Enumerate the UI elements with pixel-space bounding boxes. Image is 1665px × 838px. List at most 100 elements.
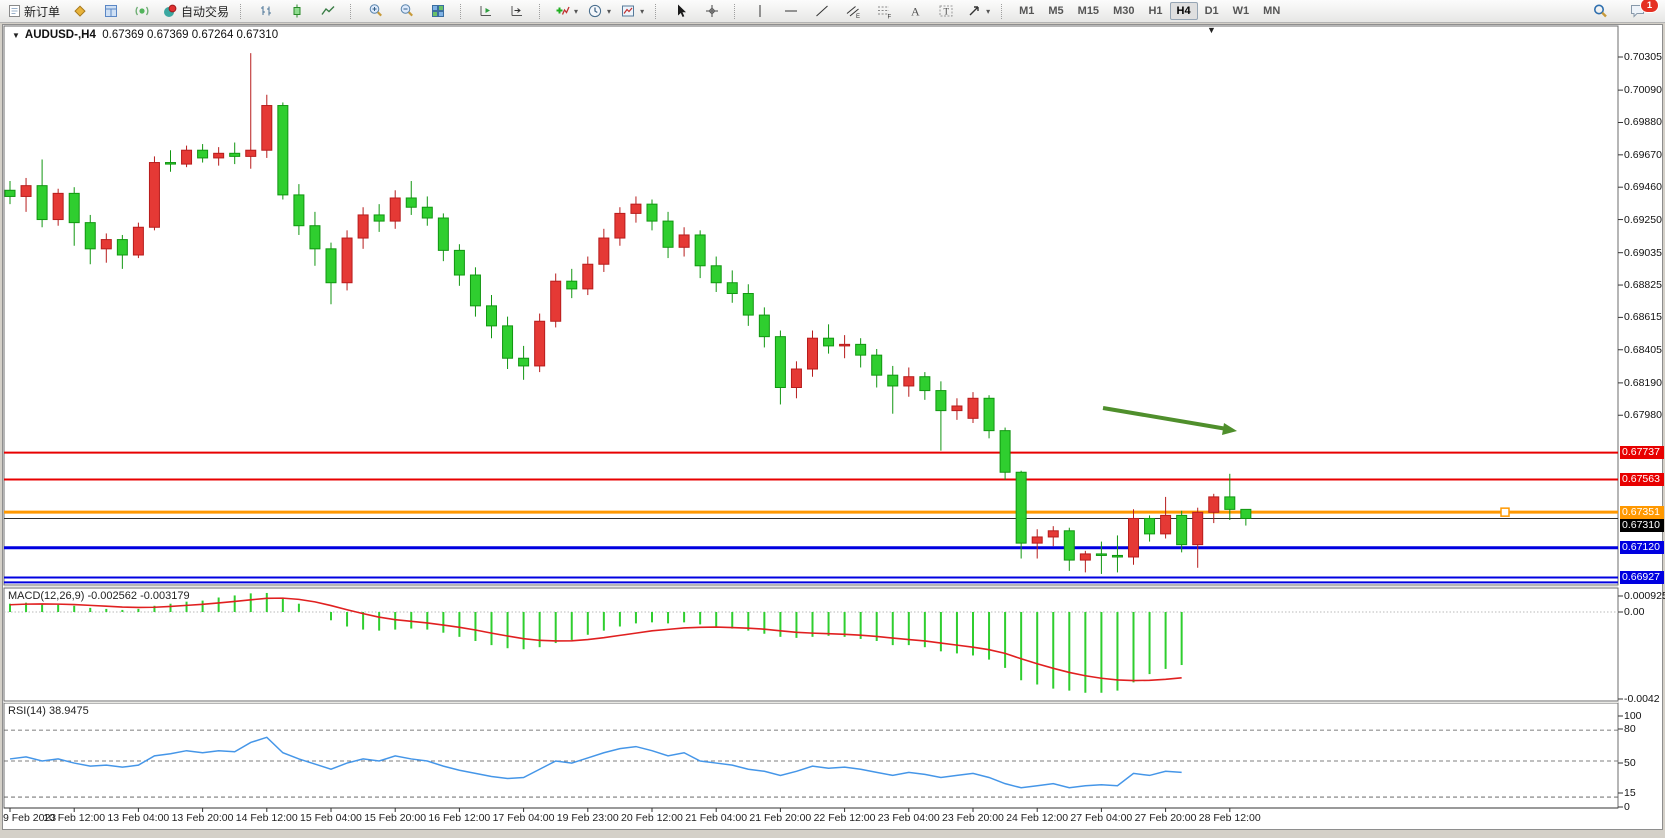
candle-body <box>37 186 47 220</box>
price-axis-tick-label: 0.67980 <box>1624 409 1662 421</box>
chart-shift-icon <box>478 3 494 19</box>
text-icon: A <box>907 3 923 19</box>
timeframe-button-h4[interactable]: H4 <box>1170 2 1198 20</box>
candle-body <box>358 215 368 238</box>
notification-badge: 1 <box>1640 0 1659 13</box>
auto-trading-icon <box>162 3 178 19</box>
candle-body <box>968 398 978 418</box>
candle-body <box>920 377 930 391</box>
horizontal-line-button[interactable] <box>776 1 806 22</box>
indicators-button[interactable]: ▾ <box>550 1 582 22</box>
templates-button[interactable]: ▾ <box>616 1 648 22</box>
timeframe-button-h1[interactable]: H1 <box>1141 2 1169 20</box>
candle-body <box>1209 497 1219 512</box>
cursor-button[interactable] <box>666 1 696 22</box>
candle-body <box>711 266 721 283</box>
crosshair-icon <box>704 3 720 19</box>
auto-trading-label: 自动交易 <box>181 3 229 20</box>
macd-axis-tick-label: -0.0042 <box>1624 693 1660 705</box>
price-line-label: 0.67563 <box>1620 473 1664 486</box>
tile-windows-button[interactable] <box>423 1 453 22</box>
candle-body <box>1193 512 1203 544</box>
candle-body <box>1096 554 1106 556</box>
zoom-out-button[interactable] <box>392 1 422 22</box>
toolbar-grip <box>655 4 661 19</box>
timeframe-button-m15[interactable]: M15 <box>1071 2 1106 20</box>
candle-body <box>856 344 866 355</box>
symbol-dropdown-icon[interactable]: ▼ <box>12 31 20 40</box>
chart-autoscroll-icon <box>509 3 525 19</box>
timeframe-button-m1[interactable]: M1 <box>1012 2 1041 20</box>
line-selection-handle[interactable] <box>1501 508 1509 516</box>
zoom-in-icon <box>368 3 384 19</box>
line-chart-button[interactable] <box>313 1 343 22</box>
candlestick-chart-button[interactable] <box>282 1 312 22</box>
chart-shift-button[interactable] <box>471 1 501 22</box>
time-axis-label: 23 Feb 04:00 <box>878 812 940 824</box>
chart-plot-area[interactable] <box>4 26 1618 808</box>
data-window-button[interactable] <box>96 1 126 22</box>
tile-windows-icon <box>430 3 446 19</box>
candle-body <box>984 398 994 430</box>
crosshair-button[interactable] <box>697 1 727 22</box>
time-axis-label: 17 Feb 04:00 <box>493 812 555 824</box>
auto-trading-button[interactable]: 自动交易 <box>158 1 233 22</box>
chart-autoscroll-button[interactable] <box>502 1 532 22</box>
timeframe-button-m5[interactable]: M5 <box>1041 2 1070 20</box>
chevron-down-icon: ▾ <box>607 7 611 16</box>
candle-body <box>69 193 79 222</box>
time-axis-label: 28 Feb 12:00 <box>1199 812 1261 824</box>
toolbar-grip <box>460 4 466 19</box>
trendline-button[interactable] <box>807 1 837 22</box>
chart-canvas <box>0 0 1665 838</box>
timeframe-button-mn[interactable]: MN <box>1256 2 1287 20</box>
market-watch-button[interactable] <box>65 1 95 22</box>
fibonacci-button[interactable]: F <box>869 1 899 22</box>
candle-body <box>1241 509 1251 518</box>
bar-chart-button[interactable] <box>251 1 281 22</box>
candle-body <box>117 240 127 255</box>
text-button[interactable]: A <box>900 1 930 22</box>
candle-body <box>695 235 705 266</box>
candle-body <box>791 369 801 387</box>
time-axis-label: 16 Feb 12:00 <box>428 812 490 824</box>
toolbar-grip <box>1001 4 1007 19</box>
price-line-label: 0.67120 <box>1620 541 1664 554</box>
text-label-button[interactable]: T <box>931 1 961 22</box>
svg-text:E: E <box>856 14 860 19</box>
candle-body <box>567 281 577 289</box>
candle-body <box>1016 472 1026 543</box>
candle-body <box>503 326 513 358</box>
new-order-button[interactable]: 新订单 <box>4 1 64 22</box>
navigator-button[interactable] <box>127 1 157 22</box>
rsi-axis-tick-label: 0 <box>1624 801 1630 813</box>
chart-shift-marker[interactable]: ▼ <box>1207 25 1216 35</box>
timeframe-button-w1[interactable]: W1 <box>1226 2 1257 20</box>
zoom-in-button[interactable] <box>361 1 391 22</box>
candle-body <box>278 106 288 195</box>
candle-body <box>166 163 176 165</box>
fibonacci-icon: F <box>876 3 892 19</box>
candle-body <box>519 358 529 366</box>
vertical-line-button[interactable] <box>745 1 775 22</box>
candle-body <box>1064 531 1074 560</box>
candle-body <box>599 238 609 264</box>
text-label-icon: T <box>938 3 954 19</box>
notifications-button[interactable]: 1 <box>1623 1 1653 22</box>
price-axis-tick-label: 0.68615 <box>1624 311 1662 323</box>
candle-body <box>759 315 769 337</box>
market-watch-icon <box>72 3 88 19</box>
channel-button[interactable]: E <box>838 1 868 22</box>
periods-icon <box>587 3 603 19</box>
toolbar-grip <box>734 4 740 19</box>
time-axis-label: 14 Feb 12:00 <box>236 812 298 824</box>
timeframe-button-m30[interactable]: M30 <box>1106 2 1141 20</box>
timeframe-button-d1[interactable]: D1 <box>1198 2 1226 20</box>
macd-indicator-label: MACD(12,26,9) -0.002562 -0.003179 <box>8 590 190 602</box>
time-axis-label: 20 Feb 12:00 <box>621 812 683 824</box>
arrows-button[interactable]: ▾ <box>962 1 994 22</box>
chart-title: ▼AUDUSD-,H4 0.67369 0.67369 0.67264 0.67… <box>12 29 278 41</box>
toolbar-grip <box>350 4 356 19</box>
search-button[interactable] <box>1585 1 1615 22</box>
periods-button[interactable]: ▾ <box>583 1 615 22</box>
